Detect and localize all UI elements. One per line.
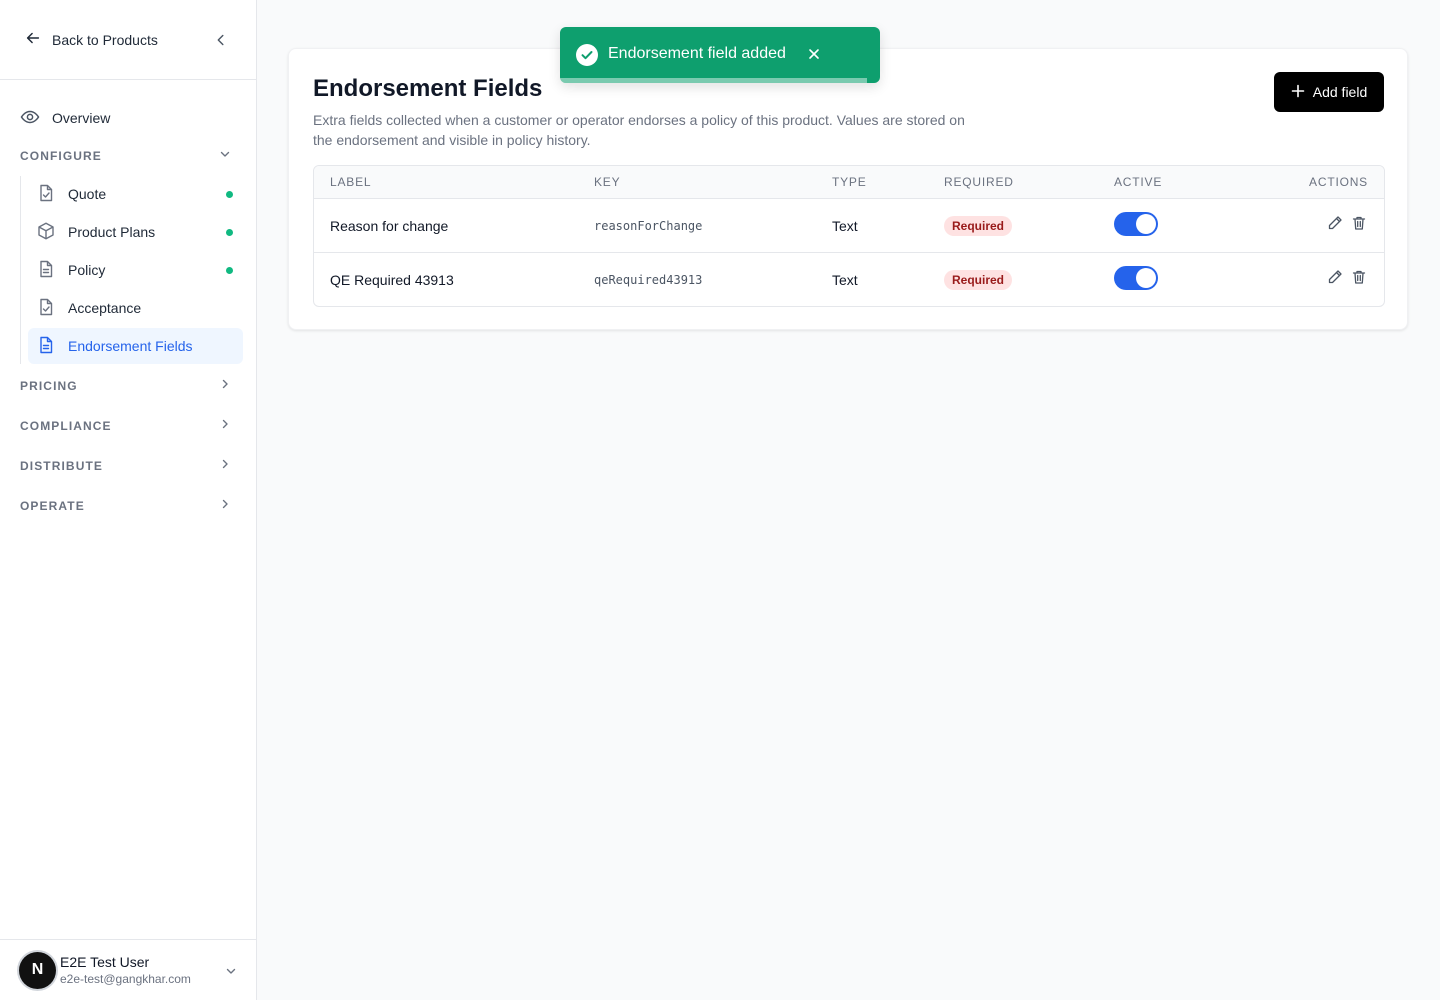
required-badge: Required [944, 216, 1013, 236]
add-field-label: Add field [1312, 84, 1368, 100]
cube-icon [36, 221, 68, 244]
chevron-down-icon [224, 964, 238, 978]
user-menu[interactable]: N E2E Test User e2e-test@gangkhar.com [0, 939, 256, 1000]
section-label: COMPLIANCE [20, 419, 112, 433]
active-toggle[interactable] [1114, 212, 1158, 236]
toggle-knob [1136, 268, 1156, 288]
field-key: qeRequired43913 [594, 273, 703, 287]
column-header-required: REQUIRED [944, 175, 1014, 189]
arrow-left-icon [24, 29, 42, 50]
field-label: QE Required 43913 [330, 272, 454, 288]
chevron-right-icon [218, 417, 232, 436]
toast-progress-bar [560, 78, 868, 83]
field-type: Text [832, 218, 858, 234]
section-label: PRICING [20, 379, 78, 393]
user-name: E2E Test User [60, 954, 150, 970]
section-operate-toggle[interactable]: OPERATE [0, 486, 256, 526]
field-type: Text [832, 272, 858, 288]
eye-icon [20, 107, 40, 130]
add-field-button[interactable]: Add field [1274, 72, 1384, 112]
trash-icon [1351, 216, 1367, 235]
plus-icon [1291, 84, 1305, 101]
status-dot [226, 229, 233, 236]
page-title: Endorsement Fields [313, 75, 543, 102]
sidebar-item-label: Policy [68, 262, 106, 278]
sidebar-item-policy[interactable]: Policy [28, 252, 243, 288]
required-badge: Required [944, 270, 1013, 290]
status-dot [226, 267, 233, 274]
section-label: DISTRIBUTE [20, 459, 103, 473]
configure-items: Quote Product Plans Policy Acceptance En… [20, 176, 256, 364]
chevron-right-icon [218, 457, 232, 476]
avatar: N [19, 951, 56, 989]
document-check-icon [36, 297, 68, 320]
chevron-right-icon [218, 377, 232, 396]
sidebar-item-label: Acceptance [68, 300, 142, 316]
page-description: Extra fields collected when a customer o… [313, 112, 965, 148]
field-label: Reason for change [330, 218, 449, 234]
field-key: reasonForChange [594, 219, 703, 233]
pencil-icon [1327, 216, 1343, 235]
chevron-right-icon [218, 497, 232, 516]
sidebar-item-label: Overview [52, 110, 111, 126]
table-header: LABEL KEY TYPE REQUIRED ACTIVE ACTIONS [314, 166, 1384, 199]
column-header-label: LABEL [330, 175, 372, 189]
section-compliance-toggle[interactable]: COMPLIANCE [0, 406, 256, 446]
sidebar-item-quote[interactable]: Quote [28, 176, 243, 212]
back-to-products-label: Back to Products [52, 31, 158, 48]
section-configure-toggle[interactable]: CONFIGURE [0, 136, 256, 176]
table-row: Reason for change reasonForChange Text R… [314, 199, 1384, 253]
close-icon [807, 48, 821, 65]
endorsement-fields-table: LABEL KEY TYPE REQUIRED ACTIVE ACTIONS R… [313, 165, 1385, 307]
delete-button[interactable] [1351, 269, 1367, 285]
sidebar-item-acceptance[interactable]: Acceptance [28, 290, 243, 326]
user-email: e2e-test@gangkhar.com [60, 972, 191, 986]
success-toast: Endorsement field added [560, 27, 880, 83]
toast-message: Endorsement field added [608, 45, 786, 62]
edit-button[interactable] [1327, 215, 1343, 231]
section-distribute-toggle[interactable]: DISTRIBUTE [0, 446, 256, 486]
column-header-type: TYPE [832, 175, 867, 189]
sidebar: Back to Products Overview CONFIGURE Quot… [0, 0, 257, 1000]
sidebar-item-overview[interactable]: Overview [0, 100, 256, 136]
document-check-icon [36, 183, 68, 206]
sidebar-nav: Overview CONFIGURE Quote Product Plans P… [0, 80, 256, 526]
column-header-key: KEY [594, 175, 621, 189]
section-label: CONFIGURE [20, 149, 102, 163]
collapse-sidebar-button[interactable] [212, 31, 230, 49]
pencil-icon [1327, 270, 1343, 289]
document-text-icon [36, 259, 68, 282]
toggle-knob [1136, 214, 1156, 234]
status-dot [226, 191, 233, 198]
sidebar-item-label: Endorsement Fields [68, 338, 193, 354]
trash-icon [1351, 270, 1367, 289]
user-info: E2E Test User e2e-test@gangkhar.com [60, 954, 191, 986]
back-to-products-link[interactable]: Back to Products [24, 29, 158, 50]
active-toggle[interactable] [1114, 266, 1158, 290]
table-row: QE Required 43913 qeRequired43913 Text R… [314, 253, 1384, 306]
section-label: OPERATE [20, 499, 85, 513]
endorsement-fields-card: Endorsement Fields Extra fields collecte… [288, 48, 1408, 330]
sidebar-header: Back to Products [0, 0, 256, 80]
sidebar-item-product-plans[interactable]: Product Plans [28, 214, 243, 250]
column-header-actions: ACTIONS [1309, 175, 1368, 189]
edit-button[interactable] [1327, 269, 1343, 285]
document-text-icon [36, 335, 68, 358]
chevron-left-icon [212, 34, 230, 53]
chevron-down-icon [218, 147, 232, 166]
section-pricing-toggle[interactable]: PRICING [0, 366, 256, 406]
sidebar-item-endorsement-fields[interactable]: Endorsement Fields [28, 328, 243, 364]
check-circle-icon [576, 44, 598, 66]
sidebar-item-label: Product Plans [68, 224, 156, 240]
sidebar-item-label: Quote [68, 186, 107, 202]
close-toast-button[interactable] [807, 47, 821, 61]
delete-button[interactable] [1351, 215, 1367, 231]
column-header-active: ACTIVE [1114, 175, 1163, 189]
